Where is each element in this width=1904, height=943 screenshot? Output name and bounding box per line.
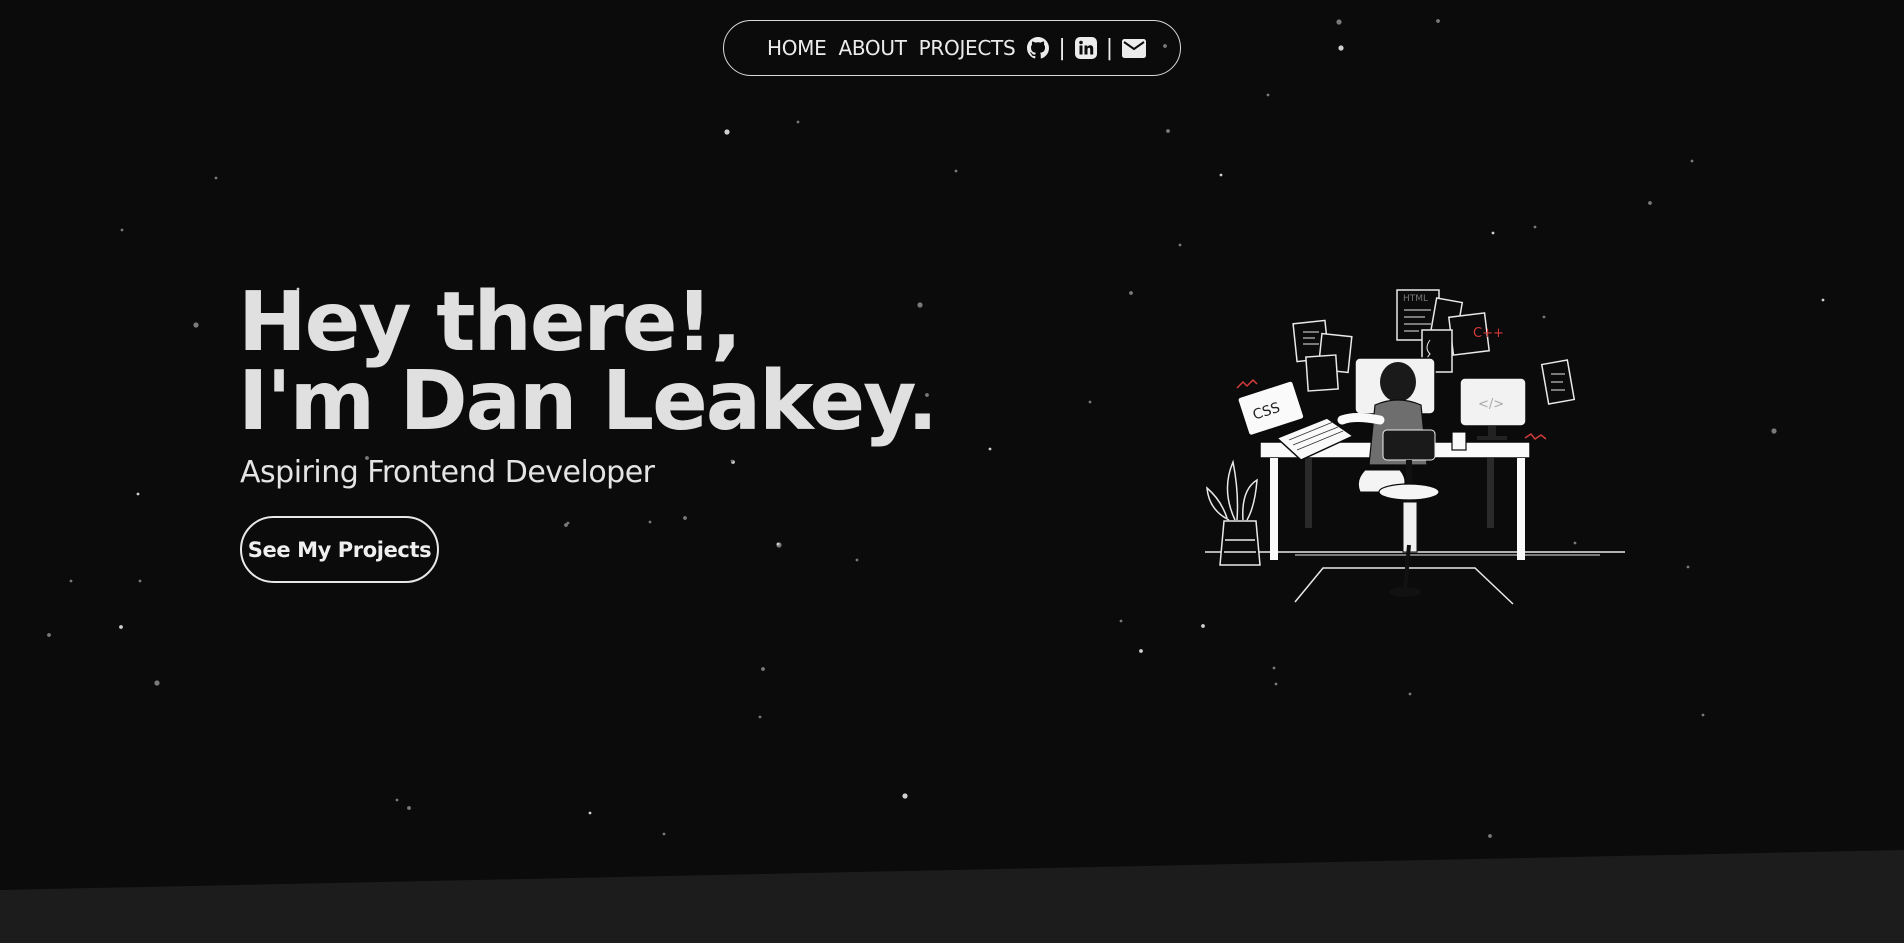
star: [761, 667, 765, 671]
star: [648, 520, 652, 524]
star: [1488, 834, 1492, 838]
star: [119, 625, 123, 629]
github-icon[interactable]: [1027, 36, 1050, 60]
nav-projects-link[interactable]: PROJECTS: [919, 36, 1016, 60]
star: [1771, 428, 1777, 434]
star: [1533, 225, 1537, 229]
mail-icon[interactable]: [1122, 38, 1147, 58]
star: [1201, 624, 1205, 628]
star: [588, 811, 592, 815]
star: [855, 558, 859, 562]
star: [120, 228, 124, 232]
hero-heading: Hey there!, I'm Dan Leakey.: [238, 282, 938, 443]
star: [1686, 565, 1690, 569]
star: [47, 633, 51, 637]
star: [1088, 400, 1092, 404]
star: [954, 169, 958, 173]
star: [1266, 93, 1270, 97]
star: [1336, 19, 1342, 25]
star: [1272, 666, 1276, 670]
star: [724, 129, 730, 135]
developer-at-desk-illustration: HTML C++ CSS </>: [1205, 289, 1625, 605]
note-html-label: HTML: [1403, 294, 1428, 304]
star: [758, 715, 762, 719]
star: [988, 447, 992, 451]
star: [1274, 682, 1278, 686]
star: [1648, 201, 1652, 205]
see-my-projects-button[interactable]: See My Projects: [240, 516, 439, 583]
star: [69, 579, 73, 583]
nav-separator: |: [1058, 35, 1066, 61]
star: [1219, 173, 1223, 177]
hero-subtitle: Aspiring Frontend Developer: [240, 455, 655, 490]
star: [1139, 649, 1143, 653]
star: [1491, 231, 1495, 235]
star: [407, 806, 411, 810]
monitor-code-label: </>: [1478, 397, 1504, 412]
star: [1178, 243, 1182, 247]
nav-home-link[interactable]: HOME: [767, 36, 827, 60]
nav-separator: |: [1105, 35, 1114, 61]
note-cpp-label: C++: [1473, 326, 1504, 341]
star: [1701, 713, 1705, 717]
linkedin-icon[interactable]: [1074, 37, 1097, 59]
star: [136, 492, 140, 496]
star: [1690, 159, 1694, 163]
star: [1129, 291, 1133, 295]
star: [1338, 45, 1344, 51]
hero-heading-line2: I'm Dan Leakey.: [238, 354, 938, 449]
hero-section: Hey there!, I'm Dan Leakey. Aspiring Fro…: [238, 282, 938, 491]
star: [683, 516, 687, 520]
star: [902, 793, 908, 799]
star: [796, 120, 800, 124]
star: [395, 798, 399, 802]
star: [214, 176, 218, 180]
star: [193, 322, 199, 328]
top-navigation: HOME ABOUT PROJECTS | |: [723, 20, 1181, 76]
star: [138, 579, 142, 583]
star: [1166, 129, 1170, 133]
star: [1821, 298, 1825, 302]
star: [1436, 19, 1440, 23]
star: [154, 680, 160, 686]
star: [1408, 692, 1412, 696]
star: [776, 542, 780, 546]
star: [662, 832, 666, 836]
nav-about-link[interactable]: ABOUT: [838, 36, 906, 60]
star: [1119, 619, 1123, 623]
star: [564, 523, 568, 527]
